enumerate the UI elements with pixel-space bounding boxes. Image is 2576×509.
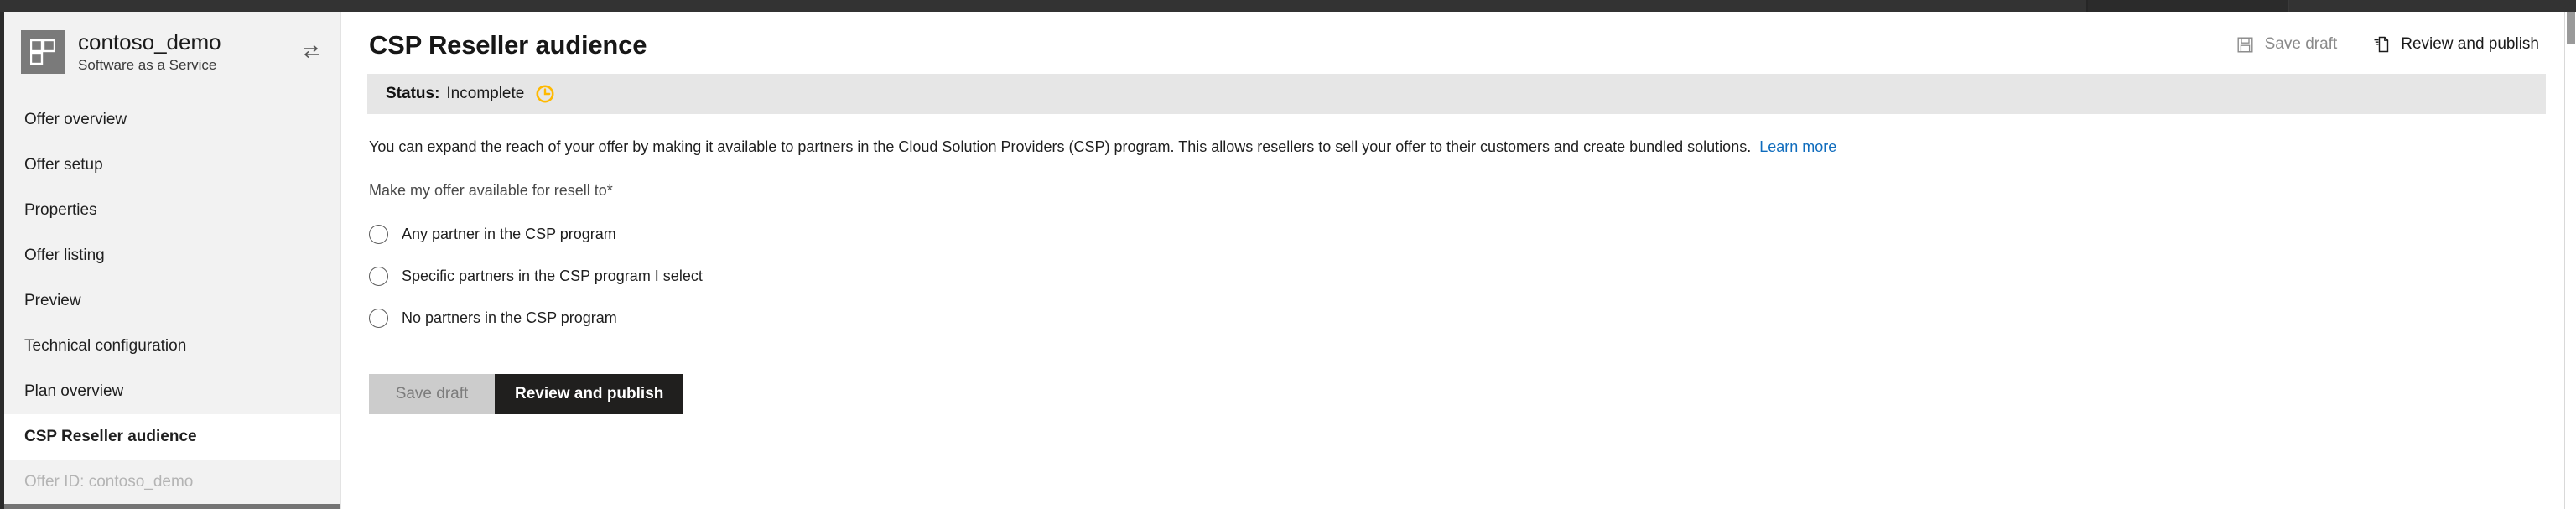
required-marker: * bbox=[606, 182, 613, 200]
sidebar-item-csp-reseller-audience[interactable]: CSP Reseller audience bbox=[4, 414, 340, 460]
radio-circle-icon bbox=[369, 224, 388, 244]
radio-option-specific-partners[interactable]: Specific partners in the CSP program I s… bbox=[369, 255, 2539, 297]
sidebar-item-label: Plan overview bbox=[24, 382, 124, 400]
sidebar-item-label: Technical configuration bbox=[24, 337, 187, 355]
sidebar-item-properties[interactable]: Properties bbox=[4, 188, 340, 233]
chrome-tab-strip bbox=[0, 0, 2088, 12]
page-title: CSP Reseller audience bbox=[369, 30, 647, 60]
save-draft-command[interactable]: Save draft bbox=[2236, 35, 2338, 54]
save-draft-command-label: Save draft bbox=[2264, 35, 2338, 53]
main-body: You can expand the reach of your offer b… bbox=[342, 137, 2564, 415]
save-icon bbox=[2236, 35, 2255, 54]
status-banner: Status: Incomplete bbox=[367, 74, 2546, 114]
sidebar-item-label: Offer ID: contoso_demo bbox=[24, 473, 194, 491]
sidebar-item-offer-overview[interactable]: Offer overview bbox=[4, 97, 340, 143]
learn-more-link[interactable]: Learn more bbox=[1759, 138, 1836, 155]
radio-option-label: Specific partners in the CSP program I s… bbox=[402, 267, 703, 284]
form-actions: Save draft Review and publish bbox=[369, 374, 2539, 415]
main-content: CSP Reseller audience Save draft Review … bbox=[342, 12, 2564, 509]
review-and-publish-command[interactable]: Review and publish bbox=[2372, 35, 2539, 54]
description-paragraph: You can expand the reach of your offer b… bbox=[369, 137, 2539, 157]
sidebar-item-label: CSP Reseller audience bbox=[24, 428, 197, 445]
sidebar-item-label: Offer overview bbox=[24, 111, 127, 128]
sidebar-nav: Offer overview Offer setup Properties Of… bbox=[4, 97, 340, 505]
radio-option-label: No partners in the CSP program bbox=[402, 309, 617, 326]
description-text: You can expand the reach of your offer b… bbox=[369, 138, 1752, 155]
main-header: CSP Reseller audience Save draft Review … bbox=[342, 12, 2564, 60]
radio-circle-icon bbox=[369, 266, 388, 286]
review-and-publish-button[interactable]: Review and publish bbox=[495, 374, 684, 415]
radio-option-any-partner[interactable]: Any partner in the CSP program bbox=[369, 213, 2539, 255]
offer-blocks-icon bbox=[21, 30, 65, 74]
sidebar-item-preview[interactable]: Preview bbox=[4, 278, 340, 324]
chrome-active-tab bbox=[2088, 0, 2289, 12]
radio-option-no-partners[interactable]: No partners in the CSP program bbox=[369, 297, 2539, 339]
sidebar-item-label: Offer setup bbox=[24, 156, 103, 174]
review-and-publish-command-label: Review and publish bbox=[2401, 35, 2539, 53]
resell-field-label-text: Make my offer available for resell to bbox=[369, 182, 607, 200]
review-publish-icon bbox=[2372, 35, 2391, 54]
sidebar-item-technical-configuration[interactable]: Technical configuration bbox=[4, 324, 340, 369]
resell-field-label: Make my offer available for resell to* bbox=[369, 182, 2539, 200]
left-sidebar: contoso_demo Software as a Service Offer… bbox=[0, 12, 341, 509]
sidebar-scrollbar-thumb[interactable] bbox=[4, 504, 340, 509]
sidebar-item-label: Properties bbox=[24, 201, 97, 219]
pending-clock-icon bbox=[536, 85, 554, 103]
switch-offer-icon[interactable] bbox=[300, 40, 322, 62]
save-draft-button[interactable]: Save draft bbox=[369, 374, 495, 415]
sidebar-item-offer-listing[interactable]: Offer listing bbox=[4, 233, 340, 278]
sidebar-item-offer-setup[interactable]: Offer setup bbox=[4, 143, 340, 188]
app-root: contoso_demo Software as a Service Offer… bbox=[0, 0, 2576, 509]
browser-chrome-bar bbox=[0, 0, 2576, 12]
offer-meta: contoso_demo Software as a Service bbox=[78, 29, 221, 74]
radio-option-label: Any partner in the CSP program bbox=[402, 225, 616, 242]
sidebar-item-plan-overview[interactable]: Plan overview bbox=[4, 369, 340, 414]
offer-header: contoso_demo Software as a Service bbox=[4, 12, 340, 91]
offer-subtitle: Software as a Service bbox=[78, 56, 217, 73]
page-scrollbar-thumb[interactable] bbox=[2567, 12, 2575, 44]
command-bar: Save draft Review and publish bbox=[2236, 30, 2539, 54]
radio-circle-icon bbox=[369, 308, 388, 328]
sidebar-item-label: Offer listing bbox=[24, 247, 105, 264]
offer-name: contoso_demo bbox=[78, 29, 221, 55]
chrome-window-controls bbox=[2289, 0, 2576, 12]
status-value: Incomplete bbox=[446, 85, 525, 102]
resell-audience-radio-group: Any partner in the CSP program Specific … bbox=[369, 213, 2539, 339]
status-label: Status: bbox=[386, 85, 440, 102]
page-vertical-scrollbar[interactable] bbox=[2564, 12, 2576, 509]
sidebar-item-offer-id: Offer ID: contoso_demo bbox=[4, 460, 340, 505]
sidebar-horizontal-scrollbar[interactable] bbox=[4, 503, 340, 509]
sidebar-item-label: Preview bbox=[24, 292, 81, 309]
